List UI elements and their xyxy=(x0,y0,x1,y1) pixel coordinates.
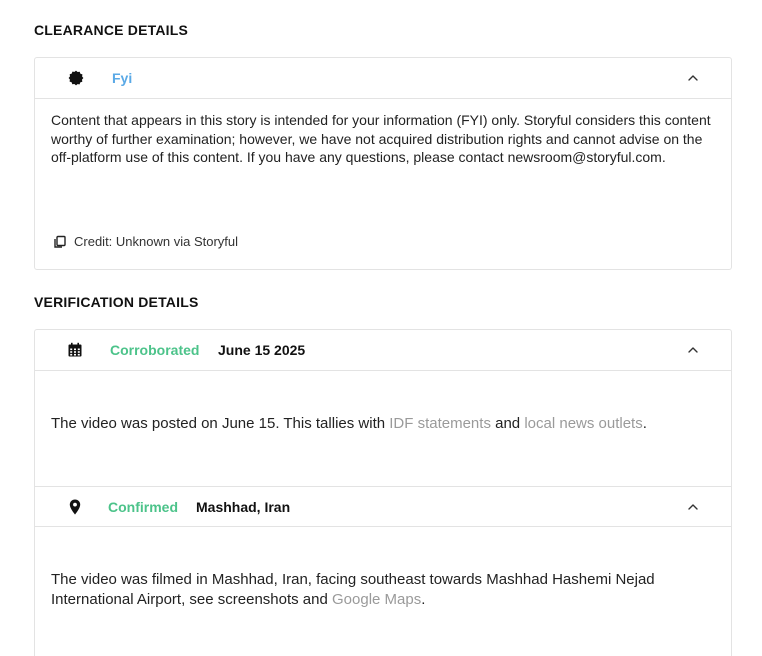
clearance-body-text: Content that appears in this story is in… xyxy=(51,112,711,165)
credit-line: Credit: Unknown via Storyful xyxy=(53,234,238,249)
local-news-outlets-link[interactable]: local news outlets xyxy=(524,415,642,432)
chevron-up-icon[interactable] xyxy=(687,501,699,513)
verification-date-text: The video was posted on June 15. This ta… xyxy=(51,414,715,434)
clearance-card-body: Content that appears in this story is in… xyxy=(35,99,731,183)
verification-date: June 15 2025 xyxy=(218,342,306,358)
clearance-card-header[interactable]: Fyi xyxy=(35,58,731,99)
chevron-up-icon[interactable] xyxy=(687,344,699,356)
verification-item-date-body: The video was posted on June 15. This ta… xyxy=(35,371,731,486)
text-fragment: The video was posted on June 15. This ta… xyxy=(51,415,390,432)
credit-text: Credit: Unknown via Storyful xyxy=(74,234,239,249)
copy-icon[interactable] xyxy=(53,235,67,249)
verification-card: Corroborated June 15 2025 The video was … xyxy=(34,329,732,656)
text-fragment: . xyxy=(642,415,647,432)
verification-item-location-body: The video was filmed in Mashhad, Iran, f… xyxy=(35,527,731,656)
text-fragment: . xyxy=(421,591,426,608)
badge-icon xyxy=(68,70,84,86)
map-pin-icon xyxy=(69,499,81,515)
verification-location-text: The video was filmed in Mashhad, Iran, f… xyxy=(51,570,715,610)
verification-section-title: VERIFICATION DETAILS xyxy=(34,294,199,310)
page: CLEARANCE DETAILS Fyi Content that appea… xyxy=(0,0,762,656)
idf-statements-link[interactable]: IDF statements xyxy=(389,415,491,432)
clearance-status-label: Fyi xyxy=(112,70,133,86)
clearance-section-title: CLEARANCE DETAILS xyxy=(34,22,189,38)
text-fragment: and xyxy=(490,415,525,432)
verification-item-date-header[interactable]: Corroborated June 15 2025 xyxy=(35,330,731,371)
chevron-up-icon[interactable] xyxy=(687,72,699,84)
verification-status-corroborated: Corroborated xyxy=(110,342,200,358)
verification-item-location-header[interactable]: Confirmed Mashhad, Iran xyxy=(35,486,731,527)
clearance-card: Fyi Content that appears in this story i… xyxy=(34,57,732,270)
verification-status-confirmed: Confirmed xyxy=(108,499,178,515)
verification-location: Mashhad, Iran xyxy=(196,499,291,515)
google-maps-link[interactable]: Google Maps xyxy=(332,591,421,608)
calendar-icon xyxy=(68,342,82,357)
